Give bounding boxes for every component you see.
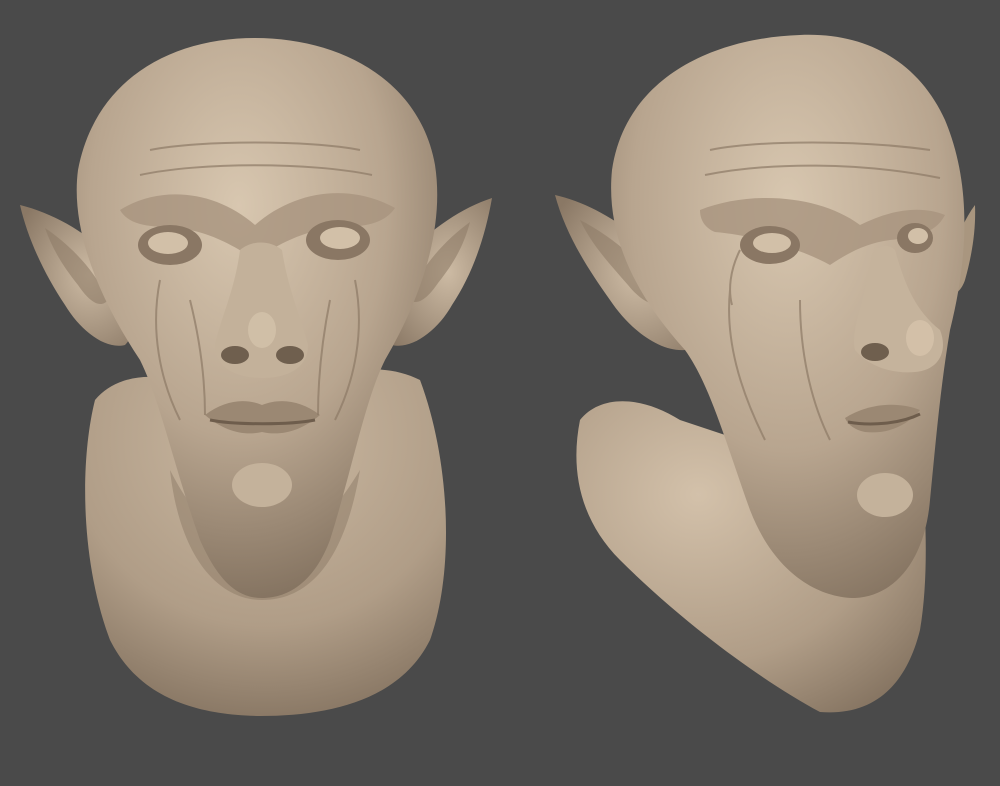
- creature-bust-front-image: [20, 38, 492, 716]
- sculpt-viewport: [0, 0, 1000, 786]
- three-quarter-view-render: [500, 0, 1000, 786]
- creature-bust-three-quarter-image: [555, 34, 976, 713]
- front-view-render: [0, 0, 500, 786]
